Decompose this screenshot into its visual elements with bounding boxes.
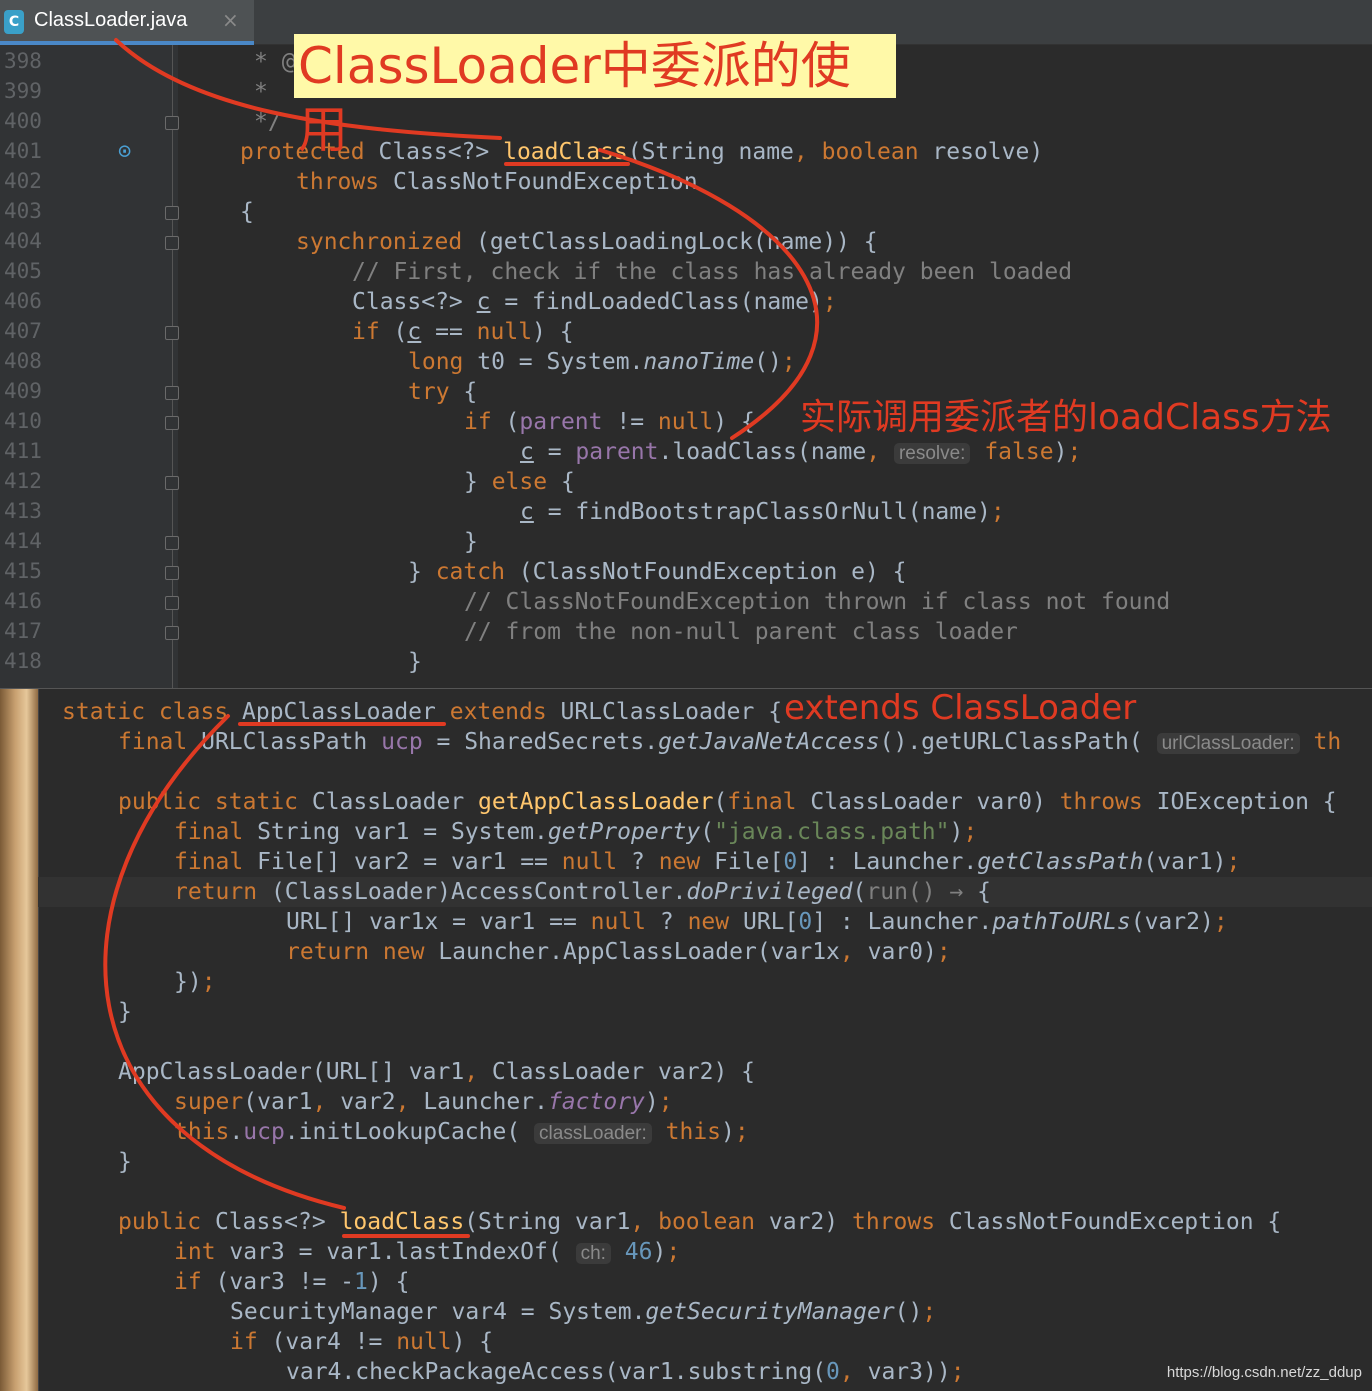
watermark-text: https://blog.csdn.net/zz_ddup: [1166, 1364, 1362, 1381]
line-number: 405: [4, 259, 42, 283]
line-number: 414: [4, 529, 42, 553]
code-line: synchronized (getClassLoadingLock(name))…: [296, 229, 878, 255]
code-line: var4.checkPackageAccess(var1.substring(0…: [286, 1359, 965, 1385]
line-number: 415: [4, 559, 42, 583]
code-line: */: [254, 109, 282, 135]
code-line: int var3 = var1.lastIndexOf( ch: 46);: [174, 1239, 681, 1265]
line-number: 416: [4, 589, 42, 613]
line-number: 403: [4, 199, 42, 223]
param-hint: classLoader:: [534, 1123, 652, 1144]
tab-label: ClassLoader.java: [34, 9, 188, 31]
line-number: 409: [4, 379, 42, 403]
background-image-strip: [0, 689, 38, 1391]
annotation-extends: extends ClassLoader: [784, 688, 1137, 728]
line-number: 418: [4, 649, 42, 673]
bottom-editor-pane[interactable]: static class AppClassLoader extends URLC…: [0, 688, 1372, 1391]
code-line: long t0 = System.nanoTime();: [408, 349, 796, 375]
code-line: this.ucp.initLookupCache( classLoader: t…: [174, 1119, 749, 1145]
fold-marker-icon[interactable]: [165, 236, 179, 250]
class-file-icon: C: [4, 10, 24, 34]
code-line: final String var1 = System.getProperty("…: [174, 819, 978, 845]
code-line-appclassloader-decl: static class AppClassLoader extends URLC…: [62, 699, 783, 725]
line-number: 407: [4, 319, 42, 343]
code-line: }: [118, 999, 132, 1025]
code-line: });: [174, 969, 216, 995]
code-line: final File[] var2 = var1 == null ? new F…: [174, 849, 1241, 875]
line-number: 402: [4, 169, 42, 193]
code-line-doprivileged: return (ClassLoader)AccessController.doP…: [174, 879, 992, 905]
line-number: 399: [4, 79, 42, 103]
code-line: if (parent != null) {: [464, 409, 755, 435]
code-line: if (var3 != -1) {: [174, 1269, 410, 1295]
param-hint: ch:: [575, 1243, 611, 1264]
code-comment: // ClassNotFoundException thrown if clas…: [464, 589, 1171, 615]
close-icon[interactable]: ×: [222, 8, 239, 32]
line-number: 398: [4, 49, 42, 73]
code-line: if (c == null) {: [352, 319, 574, 345]
fold-marker-icon[interactable]: [165, 416, 179, 430]
line-number: 408: [4, 349, 42, 373]
top-editor-pane[interactable]: C ClassLoader.java × 398 399 400 401 402…: [0, 0, 1372, 688]
annotation-title: ClassLoader中委派的使用: [294, 34, 896, 159]
line-number: 412: [4, 469, 42, 493]
fold-marker-icon[interactable]: [165, 476, 179, 490]
annotation-parent-call: 实际调用委派者的loadClass方法: [800, 397, 1332, 438]
fold-marker-icon[interactable]: [165, 116, 179, 130]
fold-marker-icon[interactable]: [165, 536, 179, 550]
line-number: 413: [4, 499, 42, 523]
gutter-divider: [172, 45, 173, 688]
param-hint: resolve:: [893, 443, 971, 464]
line-number: 404: [4, 229, 42, 253]
code-line: * @: [254, 49, 296, 75]
code-line: c = findBootstrapClassOrNull(name);: [520, 499, 1005, 525]
code-comment: // First, check if the class has already…: [352, 259, 1073, 285]
code-line: } catch (ClassNotFoundException e) {: [408, 559, 907, 585]
code-line: public static ClassLoader getAppClassLoa…: [118, 789, 1337, 815]
code-comment: // from the non-null parent class loader: [464, 619, 1018, 645]
code-line: SecurityManager var4 = System.getSecurit…: [230, 1299, 937, 1325]
code-line: return new Launcher.AppClassLoader(var1x…: [286, 939, 951, 965]
fold-marker-icon[interactable]: [165, 386, 179, 400]
gutter-divider: [38, 689, 39, 1391]
code-line: Class<?> c = findLoadedClass(name);: [352, 289, 837, 315]
line-number: 400: [4, 109, 42, 133]
code-line: try {: [408, 379, 478, 405]
fold-marker-icon[interactable]: [165, 626, 179, 640]
code-line: }: [464, 529, 478, 555]
fold-marker-icon[interactable]: [165, 326, 179, 340]
override-method-icon[interactable]: ⊙: [118, 139, 131, 164]
code-line: super(var1, var2, Launcher.factory);: [174, 1089, 673, 1115]
code-line-parent-loadclass: c = parent.loadClass(name, resolve: fals…: [520, 439, 1082, 465]
param-hint: urlClassLoader:: [1156, 733, 1300, 754]
code-line: }: [408, 649, 422, 675]
code-line: URL[] var1x = var1 == null ? new URL[0] …: [286, 909, 1228, 935]
code-line-loadclass-signature: protected Class<?> loadClass(String name…: [240, 139, 1044, 165]
line-number: 411: [4, 439, 42, 463]
fold-marker-icon[interactable]: [165, 206, 179, 220]
code-line: {: [240, 199, 254, 225]
code-line: AppClassLoader(URL[] var1, ClassLoader v…: [118, 1059, 755, 1085]
code-line: if (var4 != null) {: [230, 1329, 494, 1355]
line-number: 401: [4, 139, 42, 163]
code-line: throws ClassNotFoundException: [296, 169, 698, 195]
code-line: } else {: [464, 469, 575, 495]
line-number: 406: [4, 289, 42, 313]
code-line-loadclass-override: public Class<?> loadClass(String var1, b…: [118, 1209, 1282, 1235]
line-number: 410: [4, 409, 42, 433]
fold-marker-icon[interactable]: [165, 566, 179, 580]
fold-marker-icon[interactable]: [165, 596, 179, 610]
code-line: *: [254, 79, 268, 105]
tab-classloader-java[interactable]: C ClassLoader.java ×: [0, 0, 254, 44]
code-line: }: [118, 1149, 132, 1175]
code-line: final URLClassPath ucp = SharedSecrets.g…: [118, 729, 1342, 755]
line-number: 417: [4, 619, 42, 643]
